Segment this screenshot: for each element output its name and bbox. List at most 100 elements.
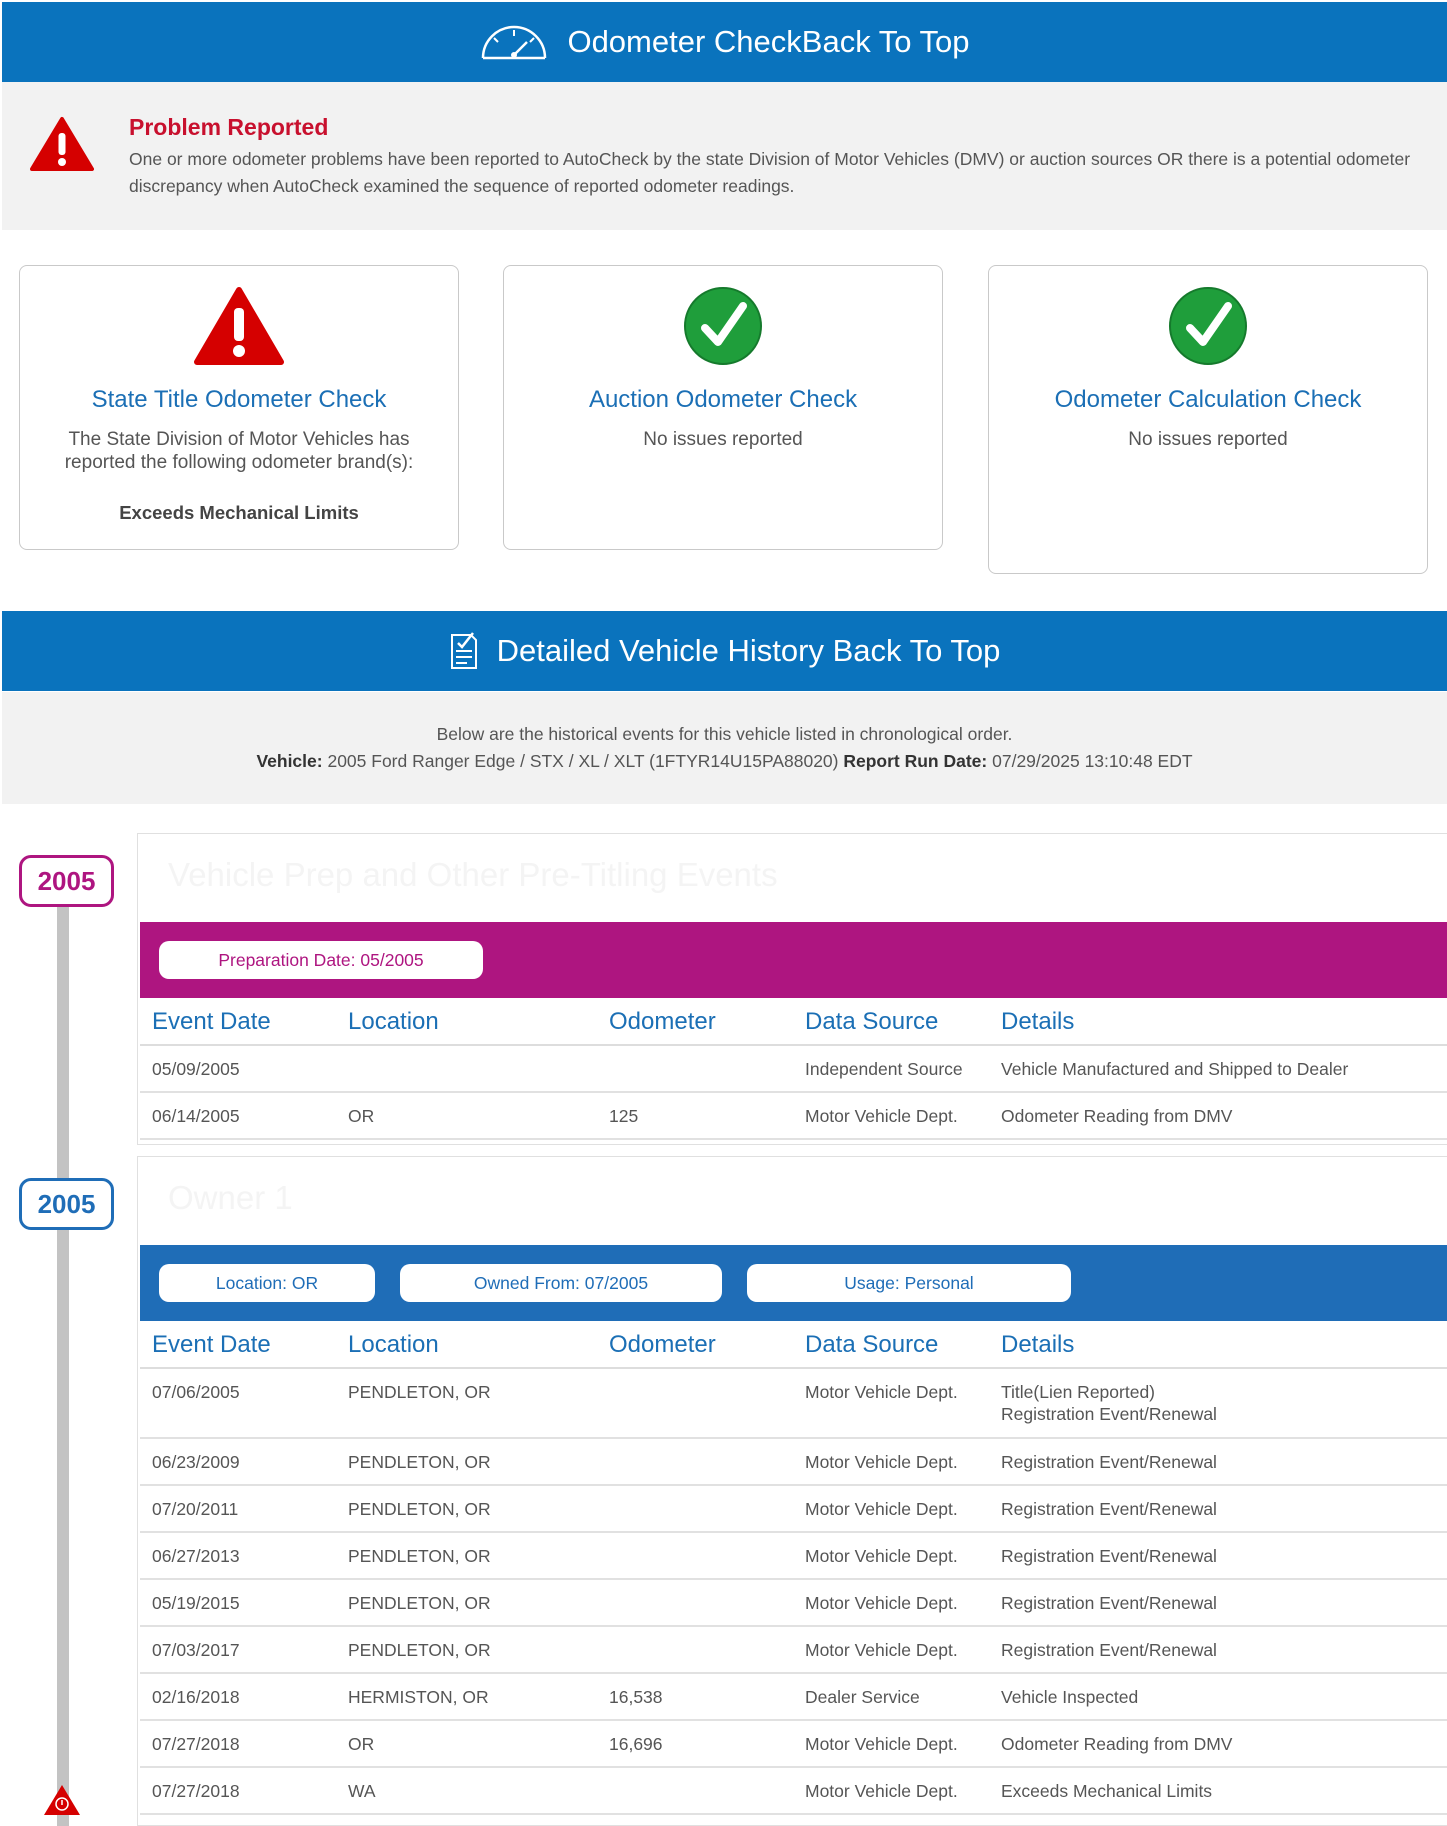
details-line: Registration Event/Renewal bbox=[1001, 1452, 1217, 1472]
check-description: The State Division of Motor Vehicles has… bbox=[64, 429, 414, 473]
data-source-cell: Motor Vehicle Dept. bbox=[805, 1734, 958, 1754]
table-row: 05/19/2015 PENDLETON, OR Motor Vehicle Dep… bbox=[140, 1580, 1447, 1627]
year-badge: 2005 bbox=[19, 1178, 114, 1230]
check-title: State Title Odometer Check bbox=[91, 386, 387, 413]
problem-description: One or more odometer problems have been … bbox=[129, 149, 1411, 196]
section-title: Detailed Vehicle History bbox=[496, 633, 824, 668]
location-pill: Location: OR bbox=[159, 1264, 375, 1302]
location-cell: PENDLETON, OR bbox=[348, 1499, 491, 1519]
odometer-cell: 125 bbox=[609, 1106, 639, 1126]
data-source-cell: Motor Vehicle Dept. bbox=[805, 1452, 958, 1472]
details-line: Registration Event/Renewal bbox=[1001, 1404, 1217, 1424]
problem-title: Problem Reported bbox=[129, 114, 329, 140]
data-source-cell: Motor Vehicle Dept. bbox=[805, 1382, 958, 1402]
table-row: 07/03/2017 PENDLETON, OR Motor Vehicle Dep… bbox=[140, 1627, 1447, 1674]
details-cell: Odometer Reading from DMV bbox=[1001, 1105, 1232, 1127]
details-line: Registration Event/Renewal bbox=[1001, 1546, 1217, 1566]
details-cell: Exceeds Mechanical Limits bbox=[1001, 1780, 1212, 1802]
year-badge: 2005 bbox=[19, 855, 114, 907]
odometer-brand: Exceeds Mechanical Limits bbox=[119, 502, 359, 523]
vehicle-label: Vehicle: bbox=[256, 751, 323, 771]
pill-value: Personal bbox=[904, 1273, 974, 1293]
table-row: 07/20/2011 PENDLETON, OR Motor Vehicle Dep… bbox=[140, 1486, 1447, 1533]
vehicle-history-header: Detailed Vehicle History Back To Top bbox=[2, 611, 1447, 691]
table-row: 06/14/2005 OR 125 Motor Vehicle Dept. Odomet… bbox=[140, 1093, 1447, 1140]
back-to-top-link[interactable]: Back To Top bbox=[802, 24, 970, 59]
event-date-cell: 07/27/2018 bbox=[152, 1781, 240, 1801]
group-summary-bar: Location: OR Owned From: 07/2005 Usage: … bbox=[140, 1245, 1447, 1321]
data-source-cell: Motor Vehicle Dept. bbox=[805, 1593, 958, 1613]
event-date-cell: 06/23/2009 bbox=[152, 1452, 240, 1472]
table-header: Event Date Location Odometer Data Source… bbox=[140, 998, 1447, 1046]
event-date-cell: 06/27/2013 bbox=[152, 1546, 240, 1566]
location-cell: PENDLETON, OR bbox=[348, 1593, 491, 1613]
table-row: 02/16/2018 HERMISTON, OR 16,538 Dealer Serv… bbox=[140, 1674, 1447, 1721]
run-date-value: 07/29/2025 13:10:48 EDT bbox=[992, 751, 1193, 771]
speedometer-icon bbox=[479, 22, 549, 62]
table-row: 07/27/2018 WA Motor Vehicle Dept. Exceeds M… bbox=[140, 1768, 1447, 1815]
details-line: Exceeds Mechanical Limits bbox=[1001, 1781, 1213, 1801]
usage-pill: Usage: Personal bbox=[747, 1264, 1071, 1302]
checkmark-icon bbox=[683, 286, 763, 371]
preparation-date-pill: Preparation Date: 05/2005 bbox=[159, 941, 483, 979]
pill-value: 07/2005 bbox=[584, 1273, 649, 1293]
location-cell: PENDLETON, OR bbox=[348, 1382, 491, 1402]
details-cell: Registration Event/Renewal bbox=[1001, 1592, 1217, 1614]
owned-from-pill: Owned From: 07/2005 bbox=[400, 1264, 722, 1302]
data-source-cell: Motor Vehicle Dept. bbox=[805, 1781, 958, 1801]
location-cell: PENDLETON, OR bbox=[348, 1640, 491, 1660]
column-details: Details bbox=[1001, 1331, 1075, 1358]
event-date-cell: 07/06/2005 bbox=[152, 1382, 240, 1402]
back-to-top-link[interactable]: Back To Top bbox=[833, 633, 1001, 668]
event-date-cell: 02/16/2018 bbox=[152, 1687, 240, 1707]
location-cell: WA bbox=[348, 1781, 376, 1801]
details-line: Registration Event/Renewal bbox=[1001, 1499, 1217, 1519]
event-date-cell: 05/19/2015 bbox=[152, 1593, 240, 1613]
vehicle-info: Vehicle: 2005 Ford Ranger Edge / STX / X… bbox=[2, 751, 1447, 772]
details-cell: Registration Event/Renewal bbox=[1001, 1639, 1217, 1661]
event-group-owner-1: Owner 1 Location: OR Owned From: 07/2005… bbox=[137, 1156, 1447, 1826]
location-cell: HERMISTON, OR bbox=[348, 1687, 489, 1707]
details-line: Registration Event/Renewal bbox=[1001, 1640, 1217, 1660]
table-row: 06/23/2009 PENDLETON, OR Motor Vehicle Dep… bbox=[140, 1439, 1447, 1486]
table-header: Event Date Location Odometer Data Source… bbox=[140, 1321, 1447, 1369]
check-description: No issues reported bbox=[643, 429, 803, 450]
event-date-cell: 05/09/2005 bbox=[152, 1059, 240, 1079]
run-date-label: Report Run Date: bbox=[843, 751, 988, 771]
location-cell: OR bbox=[348, 1734, 375, 1754]
events-table: Event Date Location Odometer Data Source… bbox=[140, 998, 1447, 1140]
data-source-cell: Independent Source bbox=[805, 1059, 963, 1079]
details-cell: Registration Event/Renewal bbox=[1001, 1498, 1217, 1520]
odometer-check-header: Odometer CheckBack To Top bbox=[2, 2, 1447, 82]
details-cell: Registration Event/Renewal bbox=[1001, 1451, 1217, 1473]
event-group-pretitling: Vehicle Prep and Other Pre-Titling Event… bbox=[137, 833, 1447, 1145]
section-title: Odometer Check bbox=[567, 24, 802, 59]
vehicle-value: 2005 Ford Ranger Edge / STX / XL / XLT (… bbox=[327, 751, 839, 771]
details-cell: Odometer Reading from DMV bbox=[1001, 1733, 1232, 1755]
events-table: Event Date Location Odometer Data Source… bbox=[140, 1321, 1447, 1815]
warning-icon bbox=[193, 286, 285, 371]
odometer-calculation-check-card: Odometer Calculation Check No issues rep… bbox=[988, 265, 1428, 574]
column-data-source: Data Source bbox=[805, 1331, 939, 1358]
check-title: Auction Odometer Check bbox=[588, 386, 858, 413]
pill-label: Usage: bbox=[844, 1273, 900, 1293]
details-cell: Vehicle Manufactured and Shipped to Deal… bbox=[1001, 1058, 1348, 1080]
timeline-line bbox=[57, 900, 69, 1826]
location-cell: PENDLETON, OR bbox=[348, 1546, 491, 1566]
check-title: Odometer Calculation Check bbox=[1054, 386, 1362, 413]
pill-label: Owned From: bbox=[473, 1273, 580, 1293]
pill-value: OR bbox=[291, 1273, 319, 1293]
data-source-cell: Motor Vehicle Dept. bbox=[805, 1106, 958, 1126]
location-cell: PENDLETON, OR bbox=[348, 1452, 491, 1472]
column-location: Location bbox=[348, 1008, 439, 1035]
column-event-date: Event Date bbox=[152, 1331, 271, 1358]
table-row: 07/27/2018 OR 16,696 Motor Vehicle Dept. Odo… bbox=[140, 1721, 1447, 1768]
warning-icon bbox=[30, 116, 94, 177]
odometer-cell: 16,538 bbox=[609, 1687, 663, 1707]
group-title: Vehicle Prep and Other Pre-Titling Event… bbox=[168, 856, 778, 893]
details-line: Registration Event/Renewal bbox=[1001, 1593, 1217, 1613]
data-source-cell: Motor Vehicle Dept. bbox=[805, 1499, 958, 1519]
details-cell: Registration Event/Renewal bbox=[1001, 1545, 1217, 1567]
details-line: Odometer Reading from DMV bbox=[1001, 1734, 1233, 1754]
table-row: 06/27/2013 PENDLETON, OR Motor Vehicle Dep… bbox=[140, 1533, 1447, 1580]
